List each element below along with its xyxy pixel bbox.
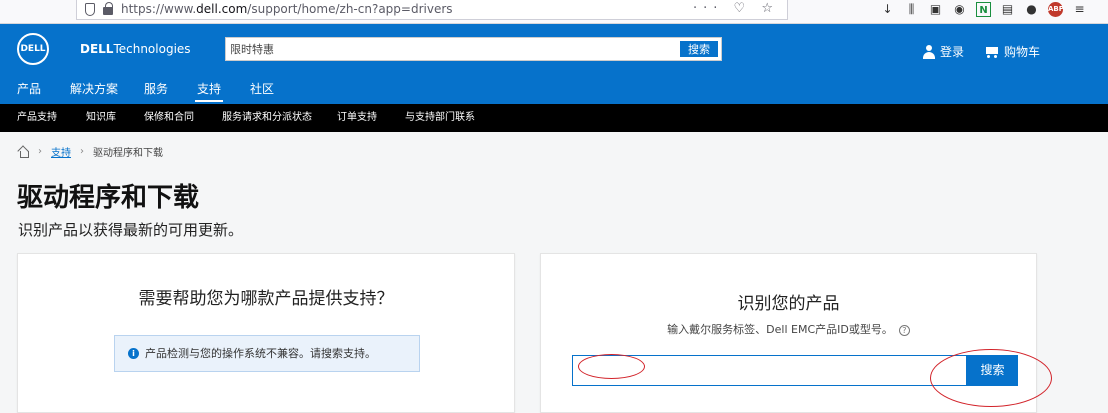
dell-logo[interactable]: DELL bbox=[17, 33, 49, 65]
chevron-right-icon: › bbox=[80, 146, 84, 157]
nav-support[interactable]: 支持 bbox=[194, 74, 224, 104]
nav-community[interactable]: 社区 bbox=[250, 74, 274, 104]
home-icon[interactable] bbox=[18, 146, 29, 158]
browser-extension-icons: ↓ ⫼ ▣ ◉ N ▤ ● ABP ≡ bbox=[880, 2, 1087, 17]
nav-services[interactable]: 服务 bbox=[144, 74, 168, 104]
adblock-icon[interactable]: ABP bbox=[1048, 2, 1064, 17]
service-tag-input[interactable] bbox=[572, 355, 967, 386]
identify-product-card: 识别您的产品 输入戴尔服务标签、Dell EMC产品ID或型号。? 搜索 bbox=[540, 253, 1037, 413]
secondary-nav: 产品支持 知识库 保修和合同 服务请求和分派状态 订单支持 与支持部门联系 bbox=[0, 104, 1108, 132]
subnav-product-support[interactable]: 产品支持 bbox=[17, 104, 57, 132]
product-detect-card: 需要帮助您为哪款产品提供支持？ i 产品检测与您的操作系统不兼容。请搜索支持。 bbox=[17, 253, 515, 413]
identify-product-hint: 输入戴尔服务标签、Dell EMC产品ID或型号。? bbox=[541, 321, 1036, 337]
site-search: 搜索 bbox=[225, 37, 722, 61]
help-icon[interactable]: ? bbox=[898, 324, 910, 336]
user-icon bbox=[922, 44, 936, 59]
subnav-warranty[interactable]: 保修和合同 bbox=[144, 104, 194, 132]
breadcrumb-support[interactable]: 支持 bbox=[51, 144, 71, 159]
browser-toolbar: https://www.dell.com/support/home/zh-cn?… bbox=[0, 0, 1108, 24]
subnav-service-requests[interactable]: 服务请求和分派状态 bbox=[222, 104, 312, 132]
nav-solutions[interactable]: 解决方案 bbox=[70, 74, 118, 104]
os-incompatible-notice: i 产品检测与您的操作系统不兼容。请搜索支持。 bbox=[114, 335, 420, 372]
url-text[interactable]: https://www.dell.com/support/home/zh-cn?… bbox=[121, 2, 453, 16]
subnav-order-support[interactable]: 订单支持 bbox=[337, 104, 377, 132]
identify-product-title: 识别您的产品 bbox=[737, 294, 840, 314]
site-header: DELL DELLTechnologies 搜索 登录 购物车 bbox=[0, 24, 1108, 74]
page-actions-icons[interactable]: ··· ♡ ☆ bbox=[693, 1, 779, 16]
download-icon[interactable]: ↓ bbox=[880, 2, 895, 17]
extension-n-icon[interactable]: N bbox=[976, 2, 991, 17]
login-link[interactable]: 登录 bbox=[922, 43, 964, 60]
chevron-right-icon: › bbox=[38, 146, 42, 157]
tracking-shield-icon[interactable] bbox=[85, 3, 95, 16]
subnav-contact-support[interactable]: 与支持部门联系 bbox=[405, 104, 475, 132]
sidebar-icon[interactable]: ▣ bbox=[928, 2, 943, 17]
account-icon[interactable]: ◉ bbox=[952, 2, 967, 17]
product-detect-title: 需要帮助您为哪款产品提供支持？ bbox=[138, 289, 394, 309]
primary-nav: 产品 解决方案 服务 支持 社区 bbox=[0, 74, 1108, 104]
info-icon: i bbox=[128, 348, 139, 359]
breadcrumb: › 支持 › 驱动程序和下载 bbox=[18, 144, 163, 159]
library-icon[interactable]: ⫼ bbox=[904, 2, 919, 17]
lock-icon[interactable] bbox=[103, 2, 113, 15]
dell-technologies-brand[interactable]: DELLTechnologies bbox=[80, 42, 191, 56]
site-search-input[interactable] bbox=[226, 38, 679, 60]
breadcrumb-current: 驱动程序和下载 bbox=[93, 148, 163, 159]
extension-icon[interactable]: ▤ bbox=[1000, 2, 1015, 17]
cart-link[interactable]: 购物车 bbox=[984, 43, 1040, 60]
address-bar[interactable]: https://www.dell.com/support/home/zh-cn?… bbox=[76, 0, 788, 20]
product-search-button[interactable]: 搜索 bbox=[967, 355, 1018, 386]
cart-icon bbox=[984, 45, 1000, 59]
page-title: 驱动程序和下载 bbox=[17, 183, 200, 213]
subnav-knowledge-base[interactable]: 知识库 bbox=[86, 104, 116, 132]
nav-products[interactable]: 产品 bbox=[17, 74, 41, 104]
site-search-button[interactable]: 搜索 bbox=[679, 40, 719, 58]
extension-ghost-icon[interactable]: ● bbox=[1024, 2, 1039, 17]
page-subtitle: 识别产品以获得最新的可用更新。 bbox=[18, 221, 244, 239]
menu-icon[interactable]: ≡ bbox=[1072, 2, 1087, 17]
